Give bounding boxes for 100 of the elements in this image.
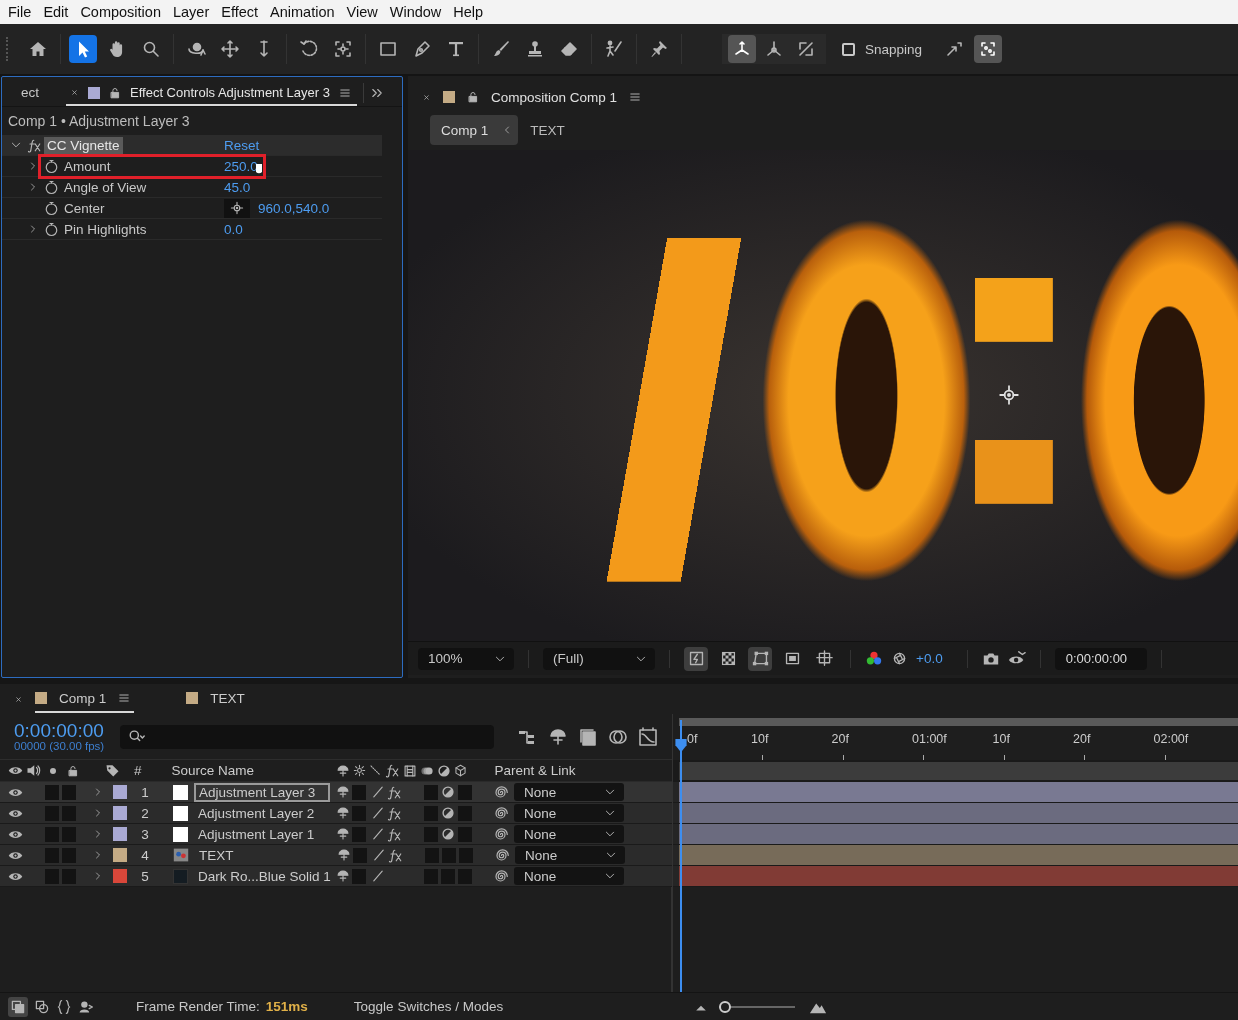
stopwatch-icon[interactable] — [44, 200, 59, 216]
shy-icon[interactable] — [336, 785, 350, 799]
switch-box[interactable] — [62, 784, 76, 800]
shy-icon[interactable] — [336, 869, 350, 883]
overlap-squares-icon[interactable] — [34, 998, 50, 1015]
menu-icon[interactable] — [338, 86, 351, 99]
property-value[interactable]: 45.0 — [224, 179, 251, 195]
fx-icon[interactable] — [387, 805, 402, 821]
chevron-right-icon[interactable] — [28, 182, 38, 192]
switch-box[interactable] — [424, 868, 438, 884]
layer-row[interactable]: 5 Dark Ro...Blue Solid 1 None — [0, 866, 672, 887]
exposure-value[interactable]: +0.0 — [916, 651, 943, 666]
slash-icon[interactable] — [371, 785, 385, 799]
menu-item[interactable]: View — [340, 4, 384, 20]
switch-box[interactable] — [442, 847, 456, 863]
sun-icon[interactable] — [352, 764, 366, 777]
menu-item[interactable]: Help — [447, 4, 490, 20]
switch-box[interactable] — [45, 805, 59, 821]
fx-icon[interactable] — [384, 763, 400, 778]
aperture-icon[interactable] — [891, 650, 908, 667]
menu-item[interactable]: Animation — [264, 4, 341, 20]
adjustment-layer-icon[interactable] — [436, 763, 451, 778]
resolution-dropdown[interactable]: (Full) — [543, 647, 655, 670]
breadcrumb-button[interactable]: TEXT — [518, 115, 571, 145]
parent-dropdown[interactable]: None — [514, 804, 624, 822]
switch-box[interactable] — [458, 805, 472, 821]
layer-name[interactable]: Dark Ro...Blue Solid 1 — [194, 867, 330, 885]
switch-box[interactable] — [424, 826, 438, 842]
search-field[interactable] — [120, 724, 495, 749]
switch-box[interactable] — [62, 868, 76, 884]
panel-tab[interactable]: Composition Comp 1 — [491, 89, 618, 105]
slash-icon[interactable] — [371, 806, 385, 820]
fx-icon[interactable] — [26, 137, 42, 153]
switch-box[interactable] — [424, 784, 438, 800]
speaker-icon[interactable] — [26, 763, 41, 778]
adjustment-layer-icon[interactable] — [441, 785, 455, 799]
switch-box[interactable] — [352, 868, 366, 884]
menu-item[interactable]: Effect — [215, 4, 265, 20]
chevron-right-icon[interactable] — [28, 224, 38, 234]
menu-icon[interactable] — [118, 692, 131, 704]
current-time-display[interactable]: 0:00:00:00 — [14, 720, 105, 741]
switch-box[interactable] — [441, 868, 455, 884]
reset-link[interactable]: Reset — [224, 137, 260, 153]
menu-item[interactable]: File — [2, 4, 38, 20]
arrow-cursor-tool-button[interactable] — [69, 35, 97, 63]
pick-whip-icon[interactable] — [493, 868, 508, 884]
menu-item[interactable]: Window — [383, 4, 448, 20]
layer-name[interactable]: Adjustment Layer 2 — [194, 804, 330, 822]
property-value[interactable]: 0.0 — [224, 221, 243, 237]
fx-icon[interactable] — [387, 826, 402, 842]
label-color-swatch[interactable] — [113, 785, 127, 799]
label-color-swatch[interactable] — [113, 806, 127, 820]
column-header[interactable]: # — [134, 763, 142, 778]
pick-whip-icon[interactable] — [493, 805, 508, 821]
switch-box[interactable] — [458, 826, 472, 842]
switch-box[interactable] — [353, 847, 367, 863]
view-toggle-button[interactable] — [748, 646, 772, 671]
layers-panel-icon[interactable] — [10, 998, 26, 1015]
playhead-marker-icon[interactable] — [674, 738, 688, 754]
snapping-checkbox[interactable]: Snapping — [842, 41, 923, 57]
parent-dropdown[interactable]: None — [514, 783, 624, 801]
adjustment-layer-icon[interactable] — [441, 827, 455, 841]
switch-box[interactable] — [352, 784, 366, 800]
shy-icon[interactable] — [336, 827, 350, 841]
cube-icon[interactable] — [453, 764, 467, 777]
close-icon[interactable] — [70, 88, 79, 97]
pick-whip-icon[interactable] — [494, 847, 509, 863]
switch-box[interactable] — [352, 826, 366, 842]
stopwatch-icon[interactable] — [44, 179, 59, 195]
parent-dropdown[interactable]: None — [514, 867, 624, 885]
adjustment-layer-icon[interactable] — [441, 806, 455, 820]
switch-box[interactable] — [458, 868, 472, 884]
column-header[interactable]: Source Name — [171, 763, 336, 778]
point-picker-button[interactable] — [224, 198, 250, 218]
shy-toggle-icon[interactable] — [548, 726, 569, 747]
panel-tab[interactable]: Effect Controls Adjustment Layer 3 — [130, 85, 330, 100]
layer-row[interactable]: 2 Adjustment Layer 2 None — [0, 803, 672, 824]
dotted-slash-icon[interactable] — [368, 764, 382, 777]
parent-dropdown[interactable]: None — [515, 846, 625, 864]
close-icon[interactable] — [14, 694, 23, 704]
menu-icon[interactable] — [629, 91, 642, 103]
effect-name[interactable]: CC Vignette — [44, 136, 123, 154]
fx-icon[interactable] — [388, 847, 403, 863]
switch-box[interactable] — [62, 826, 76, 842]
slash-icon[interactable] — [371, 827, 385, 841]
chevron-right-icon[interactable] — [28, 161, 38, 171]
film-icon[interactable] — [402, 763, 417, 778]
stopwatch-icon[interactable] — [44, 158, 59, 174]
toggle-switches-modes-button[interactable]: Toggle Switches / Modes — [353, 999, 504, 1014]
switch-box[interactable] — [459, 847, 473, 863]
layer-row[interactable]: 3 Adjustment Layer 1 None — [0, 824, 672, 845]
render-queue-icon[interactable] — [78, 998, 94, 1015]
switch-box[interactable] — [62, 847, 76, 863]
magnification-dropdown[interactable]: 100% — [418, 647, 514, 670]
snap-features-tool-button[interactable] — [974, 35, 1003, 63]
layer-row[interactable]: 1 Adjustment Layer 3 None — [0, 782, 672, 803]
switch-box[interactable] — [425, 847, 439, 863]
column-header[interactable]: Parent & Link — [494, 763, 576, 778]
switch-box[interactable] — [45, 868, 59, 884]
switch-box[interactable] — [352, 805, 366, 821]
